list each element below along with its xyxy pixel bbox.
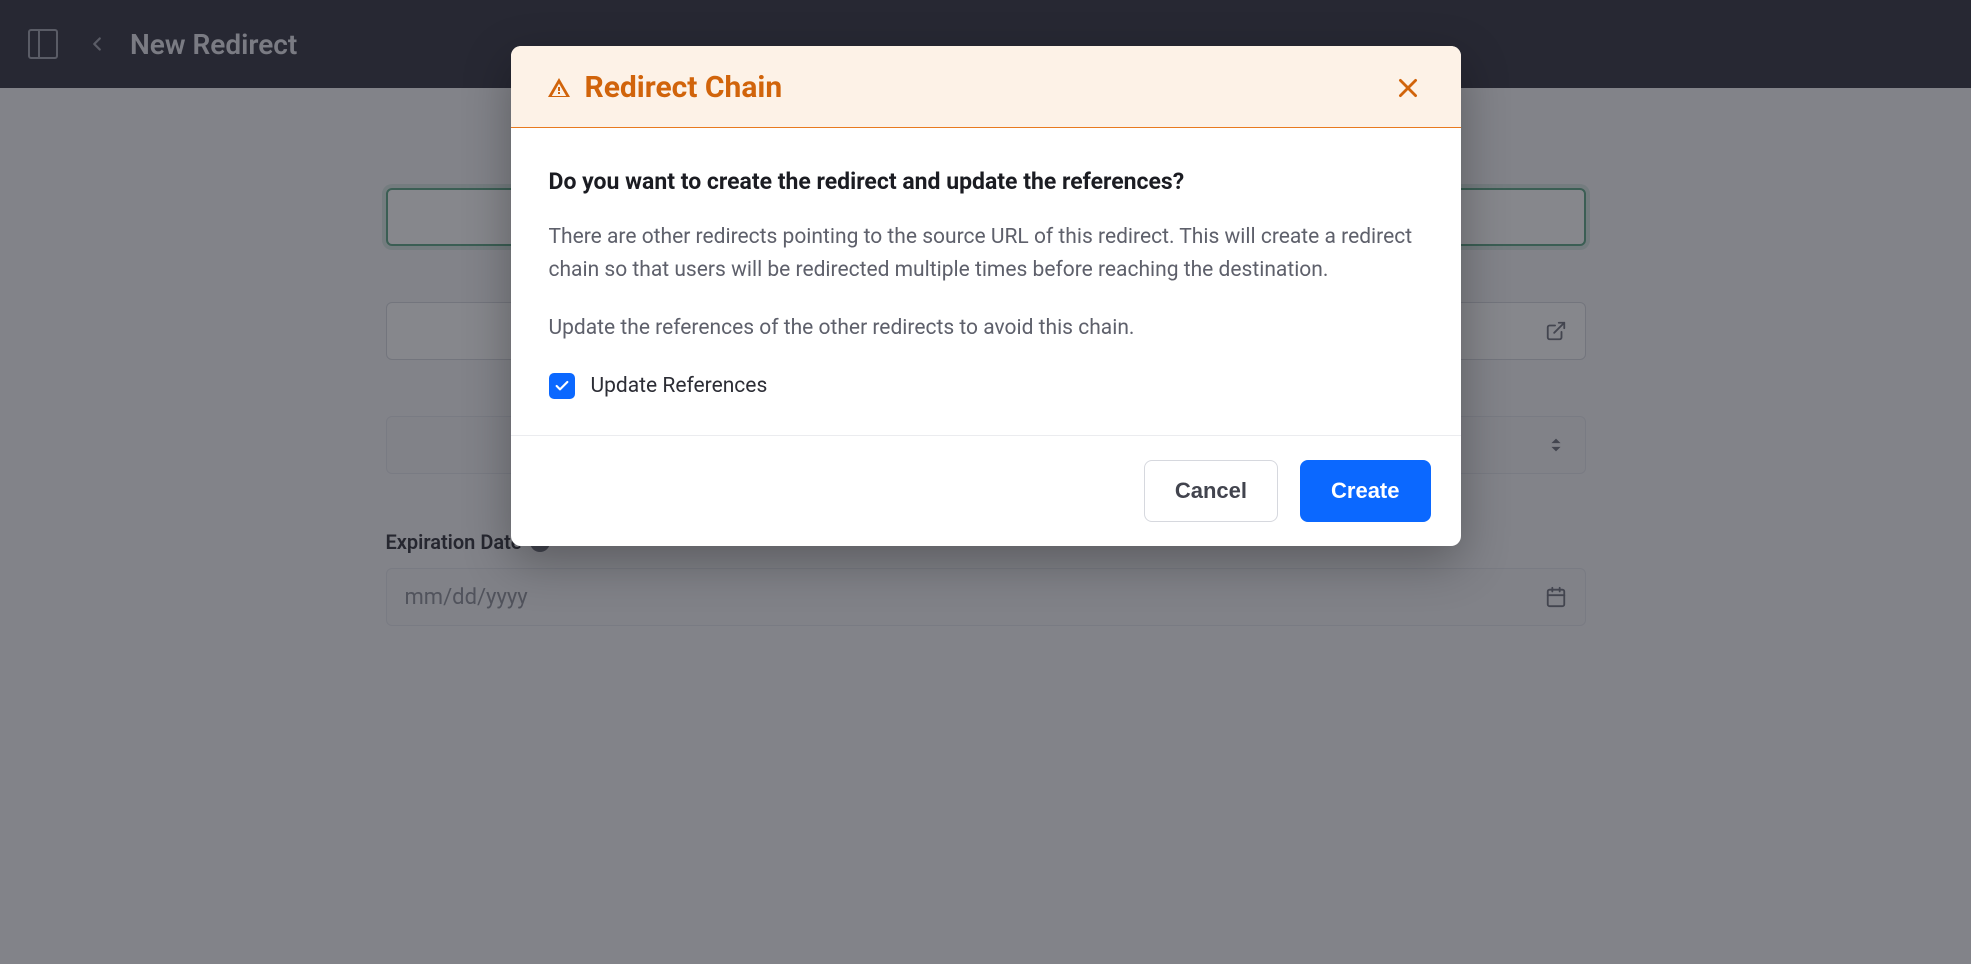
dialog-paragraph-2: Update the references of the other redir…	[549, 312, 1423, 345]
dialog-question: Do you want to create the redirect and u…	[549, 168, 1423, 195]
update-references-label: Update References	[591, 374, 768, 398]
dialog-paragraph-1: There are other redirects pointing to th…	[549, 221, 1423, 286]
dialog-body: Do you want to create the redirect and u…	[511, 128, 1461, 435]
close-icon	[1395, 75, 1421, 101]
close-button[interactable]	[1391, 71, 1425, 105]
redirect-chain-dialog: Redirect Chain Do you want to create the…	[511, 46, 1461, 546]
warning-icon	[547, 76, 571, 100]
create-button[interactable]: Create	[1300, 460, 1430, 522]
cancel-button[interactable]: Cancel	[1144, 460, 1278, 522]
update-references-checkbox[interactable]	[549, 373, 575, 399]
dialog-header: Redirect Chain	[511, 46, 1461, 128]
dialog-footer: Cancel Create	[511, 435, 1461, 546]
dialog-title: Redirect Chain	[585, 70, 783, 105]
update-references-row: Update References	[549, 373, 1423, 399]
